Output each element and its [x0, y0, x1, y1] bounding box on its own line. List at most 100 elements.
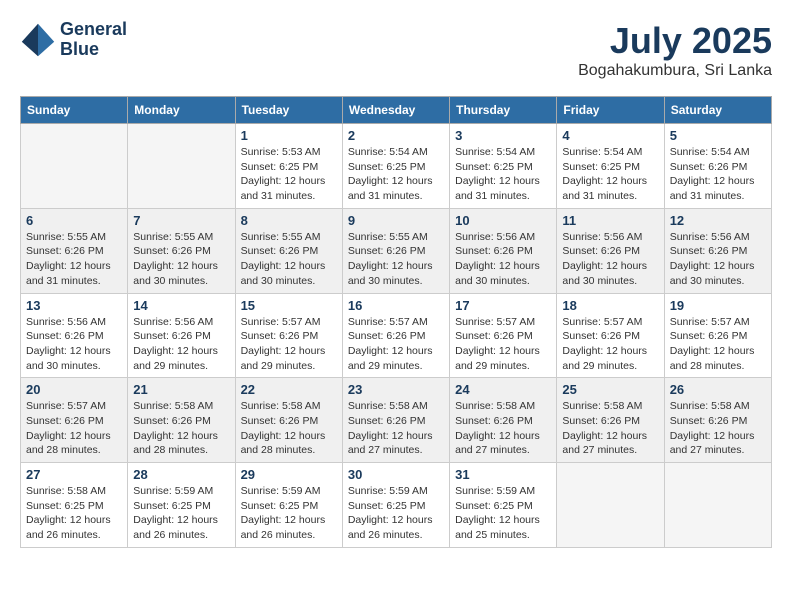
day-number: 7: [133, 213, 229, 228]
calendar-week-row: 20 Sunrise: 5:57 AM Sunset: 6:26 PM Dayli…: [21, 378, 772, 463]
day-info: Sunrise: 5:58 AM Sunset: 6:26 PM Dayligh…: [670, 399, 766, 458]
calendar-cell: [128, 124, 235, 209]
calendar-cell: 27Sunrise: 5:58 AM Sunset: 6:25 PM Dayli…: [21, 463, 128, 548]
calendar-cell: [664, 463, 771, 548]
calendar-cell: 9 Sunrise: 5:55 AM Sunset: 6:26 PM Daylig…: [342, 208, 449, 293]
day-info: Sunrise: 5:57 AM Sunset: 6:26 PM Dayligh…: [562, 315, 658, 374]
day-info: Sunrise: 5:55 AM Sunset: 6:26 PM Dayligh…: [133, 230, 229, 289]
calendar-week-row: 27Sunrise: 5:58 AM Sunset: 6:25 PM Dayli…: [21, 463, 772, 548]
calendar-cell: [557, 463, 664, 548]
day-info: Sunrise: 5:57 AM Sunset: 6:26 PM Dayligh…: [348, 315, 444, 374]
calendar-cell: 7 Sunrise: 5:55 AM Sunset: 6:26 PM Daylig…: [128, 208, 235, 293]
calendar-cell: 20 Sunrise: 5:57 AM Sunset: 6:26 PM Dayli…: [21, 378, 128, 463]
day-number: 8: [241, 213, 337, 228]
calendar-cell: 25Sunrise: 5:58 AM Sunset: 6:26 PM Dayli…: [557, 378, 664, 463]
day-number: 9: [348, 213, 444, 228]
day-info: Sunrise: 5:57 AM Sunset: 6:26 PM Dayligh…: [241, 315, 337, 374]
calendar-cell: [21, 124, 128, 209]
calendar-cell: 1Sunrise: 5:53 AM Sunset: 6:25 PM Daylig…: [235, 124, 342, 209]
day-info: Sunrise: 5:56 AM Sunset: 6:26 PM Dayligh…: [26, 315, 122, 374]
calendar-cell: 30Sunrise: 5:59 AM Sunset: 6:25 PM Dayli…: [342, 463, 449, 548]
day-number: 3: [455, 128, 551, 143]
title-block: July 2025 Bogahakumbura, Sri Lanka: [578, 20, 772, 80]
calendar-cell: 12 Sunrise: 5:56 AM Sunset: 6:26 PM Dayli…: [664, 208, 771, 293]
calendar-day-header: Wednesday: [342, 97, 449, 124]
day-info: Sunrise: 5:56 AM Sunset: 6:26 PM Dayligh…: [455, 230, 551, 289]
logo-icon: [20, 22, 56, 58]
day-info: Sunrise: 5:54 AM Sunset: 6:25 PM Dayligh…: [348, 145, 444, 204]
day-info: Sunrise: 5:57 AM Sunset: 6:26 PM Dayligh…: [670, 315, 766, 374]
day-number: 31: [455, 467, 551, 482]
location-title: Bogahakumbura, Sri Lanka: [578, 62, 772, 80]
day-number: 1: [241, 128, 337, 143]
day-number: 16: [348, 298, 444, 313]
day-info: Sunrise: 5:54 AM Sunset: 6:25 PM Dayligh…: [562, 145, 658, 204]
day-info: Sunrise: 5:58 AM Sunset: 6:25 PM Dayligh…: [26, 484, 122, 543]
calendar-week-row: 6 Sunrise: 5:55 AM Sunset: 6:26 PM Daylig…: [21, 208, 772, 293]
calendar-cell: 22 Sunrise: 5:58 AM Sunset: 6:26 PM Dayli…: [235, 378, 342, 463]
day-number: 17: [455, 298, 551, 313]
calendar-cell: 17 Sunrise: 5:57 AM Sunset: 6:26 PM Dayli…: [450, 293, 557, 378]
calendar-cell: 10 Sunrise: 5:56 AM Sunset: 6:26 PM Dayli…: [450, 208, 557, 293]
calendar-cell: 6 Sunrise: 5:55 AM Sunset: 6:26 PM Daylig…: [21, 208, 128, 293]
day-info: Sunrise: 5:55 AM Sunset: 6:26 PM Dayligh…: [348, 230, 444, 289]
calendar-cell: 8 Sunrise: 5:55 AM Sunset: 6:26 PM Daylig…: [235, 208, 342, 293]
calendar-day-header: Tuesday: [235, 97, 342, 124]
calendar-cell: 11 Sunrise: 5:56 AM Sunset: 6:26 PM Dayli…: [557, 208, 664, 293]
day-number: 19: [670, 298, 766, 313]
day-info: Sunrise: 5:56 AM Sunset: 6:26 PM Dayligh…: [133, 315, 229, 374]
day-info: Sunrise: 5:59 AM Sunset: 6:25 PM Dayligh…: [455, 484, 551, 543]
day-number: 6: [26, 213, 122, 228]
calendar-cell: 13Sunrise: 5:56 AM Sunset: 6:26 PM Dayli…: [21, 293, 128, 378]
calendar-body: 1Sunrise: 5:53 AM Sunset: 6:25 PM Daylig…: [21, 124, 772, 548]
day-info: Sunrise: 5:58 AM Sunset: 6:26 PM Dayligh…: [241, 399, 337, 458]
calendar-cell: 19 Sunrise: 5:57 AM Sunset: 6:26 PM Dayli…: [664, 293, 771, 378]
day-info: Sunrise: 5:58 AM Sunset: 6:26 PM Dayligh…: [562, 399, 658, 458]
day-info: Sunrise: 5:54 AM Sunset: 6:25 PM Dayligh…: [455, 145, 551, 204]
day-number: 5: [670, 128, 766, 143]
day-number: 20: [26, 382, 122, 397]
day-number: 29: [241, 467, 337, 482]
calendar-cell: 24 Sunrise: 5:58 AM Sunset: 6:26 PM Dayli…: [450, 378, 557, 463]
calendar-cell: 4Sunrise: 5:54 AM Sunset: 6:25 PM Daylig…: [557, 124, 664, 209]
day-info: Sunrise: 5:55 AM Sunset: 6:26 PM Dayligh…: [241, 230, 337, 289]
day-info: Sunrise: 5:58 AM Sunset: 6:26 PM Dayligh…: [455, 399, 551, 458]
logo-text: General Blue: [60, 20, 127, 60]
calendar-cell: 16 Sunrise: 5:57 AM Sunset: 6:26 PM Dayli…: [342, 293, 449, 378]
day-info: Sunrise: 5:56 AM Sunset: 6:26 PM Dayligh…: [562, 230, 658, 289]
calendar-week-row: 13Sunrise: 5:56 AM Sunset: 6:26 PM Dayli…: [21, 293, 772, 378]
calendar-cell: 2 Sunrise: 5:54 AM Sunset: 6:25 PM Daylig…: [342, 124, 449, 209]
calendar-day-header: Monday: [128, 97, 235, 124]
day-info: Sunrise: 5:54 AM Sunset: 6:26 PM Dayligh…: [670, 145, 766, 204]
day-number: 10: [455, 213, 551, 228]
day-info: Sunrise: 5:59 AM Sunset: 6:25 PM Dayligh…: [241, 484, 337, 543]
day-number: 23: [348, 382, 444, 397]
day-info: Sunrise: 5:57 AM Sunset: 6:26 PM Dayligh…: [26, 399, 122, 458]
calendar-cell: 21 Sunrise: 5:58 AM Sunset: 6:26 PM Dayli…: [128, 378, 235, 463]
calendar-week-row: 1Sunrise: 5:53 AM Sunset: 6:25 PM Daylig…: [21, 124, 772, 209]
day-number: 11: [562, 213, 658, 228]
day-info: Sunrise: 5:56 AM Sunset: 6:26 PM Dayligh…: [670, 230, 766, 289]
day-number: 24: [455, 382, 551, 397]
calendar-day-header: Sunday: [21, 97, 128, 124]
day-info: Sunrise: 5:55 AM Sunset: 6:26 PM Dayligh…: [26, 230, 122, 289]
day-number: 21: [133, 382, 229, 397]
month-title: July 2025: [578, 20, 772, 62]
calendar-cell: 23Sunrise: 5:58 AM Sunset: 6:26 PM Dayli…: [342, 378, 449, 463]
calendar-cell: 18Sunrise: 5:57 AM Sunset: 6:26 PM Dayli…: [557, 293, 664, 378]
calendar-cell: 5 Sunrise: 5:54 AM Sunset: 6:26 PM Daylig…: [664, 124, 771, 209]
calendar-cell: 28Sunrise: 5:59 AM Sunset: 6:25 PM Dayli…: [128, 463, 235, 548]
day-info: Sunrise: 5:57 AM Sunset: 6:26 PM Dayligh…: [455, 315, 551, 374]
day-number: 14: [133, 298, 229, 313]
day-number: 30: [348, 467, 444, 482]
calendar-cell: 3 Sunrise: 5:54 AM Sunset: 6:25 PM Daylig…: [450, 124, 557, 209]
day-number: 2: [348, 128, 444, 143]
day-number: 26: [670, 382, 766, 397]
day-info: Sunrise: 5:58 AM Sunset: 6:26 PM Dayligh…: [133, 399, 229, 458]
day-number: 22: [241, 382, 337, 397]
calendar-table: SundayMondayTuesdayWednesdayThursdayFrid…: [20, 96, 772, 548]
calendar-header-row: SundayMondayTuesdayWednesdayThursdayFrid…: [21, 97, 772, 124]
day-number: 12: [670, 213, 766, 228]
day-number: 28: [133, 467, 229, 482]
day-number: 15: [241, 298, 337, 313]
